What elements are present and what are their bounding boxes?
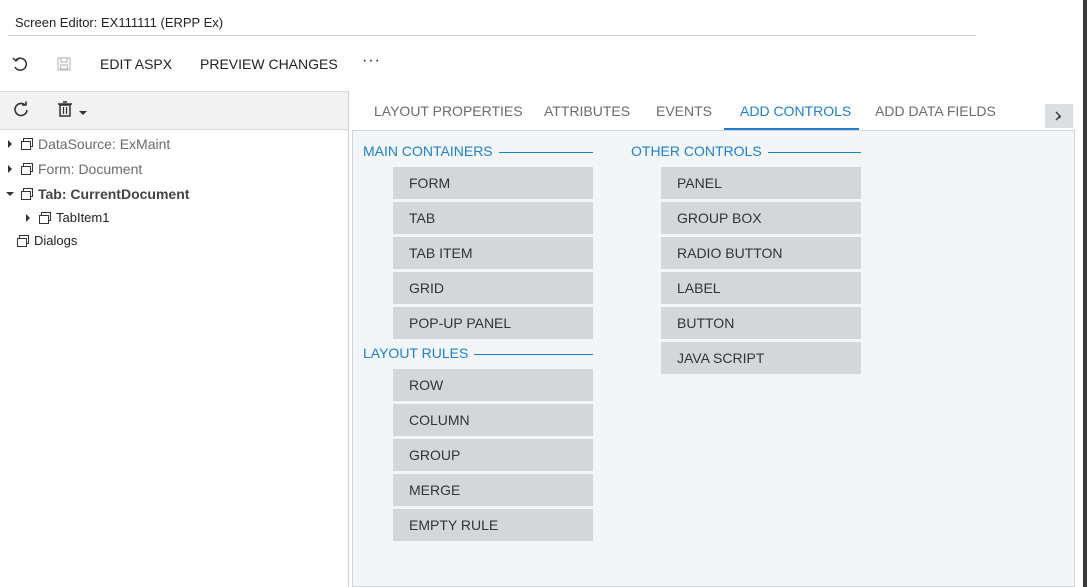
add-button-button[interactable]: BUTTON [661, 307, 861, 339]
tree-node-tabitem[interactable]: TabItem1 [4, 206, 344, 229]
tab-add-controls[interactable]: ADD CONTROLS [740, 103, 851, 119]
tree-node-datasource[interactable]: DataSource: ExMaint [4, 131, 344, 156]
tab-attributes[interactable]: ATTRIBUTES [544, 103, 630, 119]
tree-node-tab[interactable]: Tab: CurrentDocument [4, 181, 344, 206]
tree-view: DataSource: ExMaint Form: Document Tab: … [4, 131, 344, 252]
tab-add-data-fields[interactable]: ADD DATA FIELDS [875, 103, 996, 119]
section-layout-rules: LAYOUT RULES [363, 345, 475, 361]
add-popup-panel-button[interactable]: POP-UP PANEL [393, 307, 593, 339]
section-rule [467, 354, 593, 355]
other-controls-list: PANEL GROUP BOX RADIO BUTTON LABEL BUTTO… [661, 167, 861, 374]
add-panel-button[interactable]: PANEL [661, 167, 861, 199]
trash-icon[interactable] [56, 100, 74, 118]
add-label-button[interactable]: LABEL [661, 272, 861, 304]
window-title: Screen Editor: EX111111 (ERPP Ex) [15, 15, 224, 30]
tree-node-label: Form: Document [38, 160, 143, 177]
preview-changes-button[interactable]: PREVIEW CHANGES [200, 56, 338, 72]
tree-node-form[interactable]: Form: Document [4, 156, 344, 181]
caret-right-icon[interactable] [22, 213, 34, 222]
tree-node-label: Dialogs [34, 233, 78, 248]
section-other-controls: OTHER CONTROLS [631, 143, 768, 159]
add-empty-rule-button[interactable]: EMPTY RULE [393, 509, 593, 541]
section-main-containers: MAIN CONTAINERS [363, 143, 499, 159]
tab-layout-properties[interactable]: LAYOUT PROPERTIES [374, 103, 523, 119]
add-tab-item-button[interactable]: TAB ITEM [393, 237, 593, 269]
save-icon[interactable] [54, 54, 74, 74]
container-node-icon [16, 234, 30, 248]
tree-toolbar [0, 91, 348, 130]
more-menu-button[interactable]: ··· [362, 52, 381, 70]
container-node-icon [20, 187, 34, 201]
expand-panel-button[interactable] [1045, 104, 1073, 128]
add-column-button[interactable]: COLUMN [393, 404, 593, 436]
undo-icon[interactable] [10, 54, 30, 74]
add-form-button[interactable]: FORM [393, 167, 593, 199]
caret-down-icon[interactable] [4, 191, 16, 197]
add-java-script-button[interactable]: JAVA SCRIPT [661, 342, 861, 374]
layout-rules-list: ROW COLUMN GROUP MERGE EMPTY RULE [393, 369, 593, 541]
add-radio-button-button[interactable]: RADIO BUTTON [661, 237, 861, 269]
tree-node-dialogs[interactable]: Dialogs [4, 229, 344, 252]
add-group-box-button[interactable]: GROUP BOX [661, 202, 861, 234]
tree-node-label: Tab: CurrentDocument [38, 185, 190, 202]
caret-right-icon[interactable] [4, 139, 16, 148]
add-row-button[interactable]: ROW [393, 369, 593, 401]
edit-aspx-button[interactable]: EDIT ASPX [100, 56, 172, 72]
main-containers-list: FORM TAB TAB ITEM GRID POP-UP PANEL [393, 167, 593, 339]
caret-down-icon[interactable] [78, 104, 88, 115]
window-edge [1083, 0, 1087, 587]
double-chevron-icon [1055, 111, 1062, 121]
container-node-icon [20, 162, 34, 176]
section-rule [758, 152, 861, 153]
title-divider [8, 35, 976, 36]
container-node-icon [38, 211, 52, 225]
add-tab-button[interactable]: TAB [393, 202, 593, 234]
refresh-icon[interactable] [12, 100, 30, 118]
tree-node-label: DataSource: ExMaint [38, 135, 171, 152]
add-merge-button[interactable]: MERGE [393, 474, 593, 506]
container-node-icon [20, 137, 34, 151]
add-grid-button[interactable]: GRID [393, 272, 593, 304]
tree-node-label: TabItem1 [56, 210, 110, 225]
add-group-button[interactable]: GROUP [393, 439, 593, 471]
tab-events[interactable]: EVENTS [656, 103, 712, 119]
section-rule [490, 152, 593, 153]
caret-right-icon[interactable] [4, 164, 16, 173]
panel-divider [348, 91, 349, 587]
